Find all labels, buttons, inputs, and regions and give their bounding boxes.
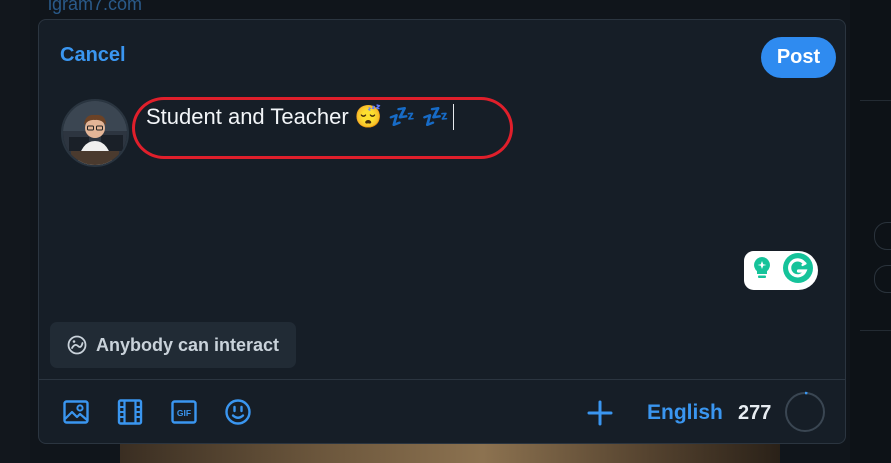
grammarly-widget[interactable] (744, 251, 818, 290)
lightbulb-icon (750, 255, 774, 286)
image-icon (62, 400, 90, 430)
audience-selector[interactable]: Anybody can interact (50, 322, 296, 368)
background-divider (860, 100, 891, 101)
character-progress-ring (784, 391, 826, 433)
cancel-button[interactable]: Cancel (60, 44, 126, 67)
avatar (61, 99, 129, 167)
language-selector[interactable]: English (647, 401, 723, 425)
audience-label: Anybody can interact (96, 334, 280, 355)
background-link: lgram7.com (48, 0, 143, 14)
toolbar-divider (39, 379, 845, 380)
gif-icon-label: GIF (177, 408, 191, 418)
emoji-picker-button[interactable] (224, 398, 252, 426)
add-image-button[interactable] (62, 398, 90, 426)
background-pill (874, 265, 891, 293)
text-caret (453, 104, 455, 130)
background-photo (120, 444, 780, 463)
globe-interaction-icon (66, 334, 88, 356)
emoji-icon (224, 399, 252, 430)
plus-icon (586, 400, 614, 431)
grammarly-icon (782, 252, 814, 289)
post-text-value: Student and Teacher 😴 💤 💤 (146, 104, 450, 129)
post-composer-dialog: Cancel Post Student and Teacher 😴 💤 💤 An… (38, 19, 846, 444)
gif-icon: GIF (170, 400, 198, 430)
add-thread-button[interactable] (586, 399, 614, 427)
background-pill (874, 222, 891, 250)
background-left-panel (0, 0, 30, 463)
add-video-button[interactable] (116, 398, 144, 426)
video-icon (116, 399, 144, 430)
post-button[interactable]: Post (761, 37, 836, 78)
character-count: 277 (738, 402, 772, 424)
background-divider (860, 330, 891, 331)
add-gif-button[interactable]: GIF (170, 398, 198, 426)
post-text-input[interactable]: Student and Teacher 😴 💤 💤 (146, 104, 455, 130)
